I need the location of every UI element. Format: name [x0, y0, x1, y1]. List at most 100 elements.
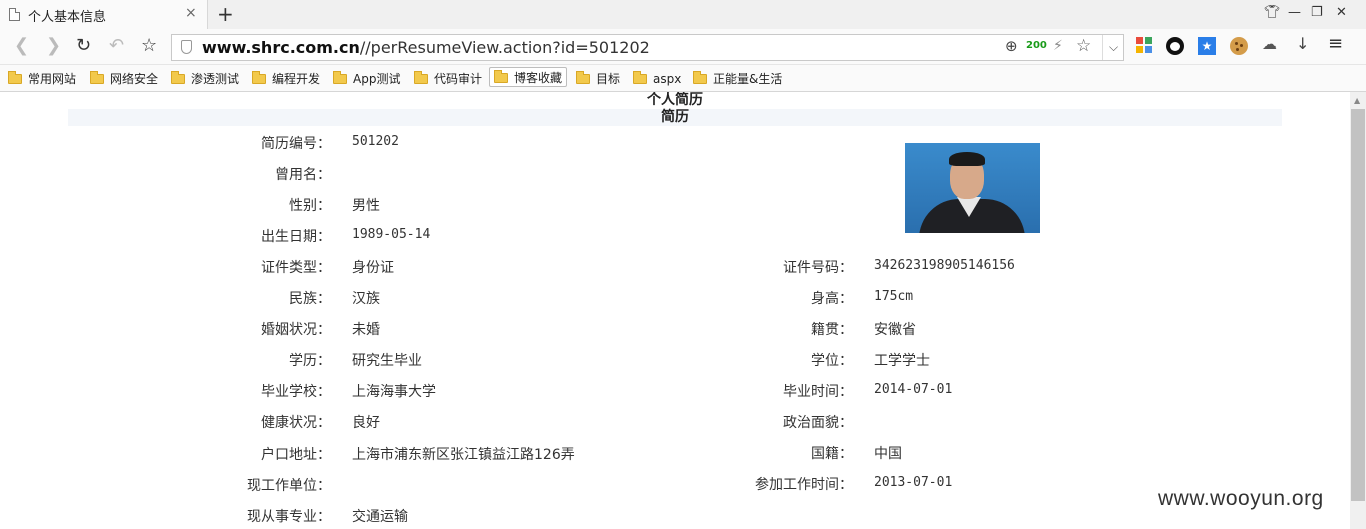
- folder-icon: [8, 71, 22, 84]
- field-value: 未婚: [352, 322, 380, 339]
- bookmark-folder[interactable]: 代码审计: [414, 69, 482, 89]
- folder-icon: [171, 71, 185, 84]
- field-label: 健康状况：: [261, 415, 331, 432]
- cookie-icon[interactable]: [1230, 37, 1248, 55]
- field-value: 工学学士: [874, 353, 930, 370]
- scrollbar-thumb[interactable]: [1351, 109, 1365, 501]
- menu-icon[interactable]: ≡: [1328, 33, 1346, 54]
- folder-icon: [633, 71, 647, 84]
- bookmark-icon[interactable]: ★: [1198, 37, 1216, 55]
- field-value: 研究生毕业: [352, 353, 422, 370]
- field-label: 出生日期：: [261, 229, 331, 246]
- field-value: 汉族: [352, 291, 380, 308]
- url-host: www.shrc.com.cn: [202, 38, 360, 57]
- field-value: 交通运输: [352, 508, 408, 525]
- folder-icon: [693, 71, 707, 84]
- bookmark-label: 目标: [596, 72, 621, 86]
- favorite-star-icon[interactable]: ☆: [1076, 36, 1091, 56]
- qq-icon[interactable]: [1166, 37, 1184, 55]
- tab-strip: 个人基本信息 × + 👕︎ — ❐ ✕: [0, 0, 1366, 29]
- chevron-down-icon[interactable]: ⌵: [1102, 35, 1124, 60]
- bookmark-label: 代码审计: [434, 72, 483, 86]
- tab-title: 个人基本信息: [28, 10, 107, 25]
- vertical-scrollbar[interactable]: ▲: [1350, 92, 1366, 529]
- back-icon[interactable]: ❮: [14, 35, 29, 56]
- bookmarks-bar: 常用网站 网络安全 渗透测试 编程开发 App测试 代码审计 博客收藏 目标 a…: [0, 65, 1366, 92]
- tab-active[interactable]: 个人基本信息 ×: [0, 0, 208, 29]
- field-label: 籍贯：: [811, 322, 853, 339]
- field-label: 现工作单位：: [247, 477, 331, 494]
- star-icon[interactable]: ☆: [141, 35, 157, 56]
- watermark: www.wooyun.org: [1158, 487, 1324, 510]
- field-value: 中国: [874, 446, 902, 463]
- bookmark-folder[interactable]: 正能量&生活: [693, 69, 782, 89]
- field-label: 毕业时间：: [783, 384, 853, 401]
- page-icon: [9, 8, 20, 21]
- field-value: 身份证: [352, 260, 394, 277]
- close-icon[interactable]: ×: [185, 5, 197, 21]
- field-label: 性别：: [289, 198, 331, 215]
- new-tab-button[interactable]: +: [217, 2, 234, 26]
- bookmark-folder-active[interactable]: 博客收藏: [489, 67, 568, 87]
- scroll-up-icon[interactable]: ▲: [1354, 96, 1360, 105]
- field-value: 175cm: [874, 289, 914, 305]
- folder-icon: [576, 71, 590, 84]
- field-label: 简历编号：: [261, 136, 331, 152]
- page-title: 个人简历: [647, 92, 703, 108]
- field-value: 良好: [352, 415, 380, 432]
- field-value: 1989-05-14: [352, 227, 431, 243]
- zoom-icon[interactable]: ⊕: [1005, 37, 1018, 55]
- field-value: 上海海事大学: [352, 384, 436, 401]
- bookmark-folder[interactable]: App测试: [333, 69, 400, 89]
- bookmark-folder[interactable]: 目标: [576, 69, 620, 89]
- bookmark-label: 编程开发: [272, 72, 321, 86]
- field-label: 户口地址：: [261, 446, 331, 463]
- folder-icon: [252, 71, 266, 84]
- bookmark-label: aspx: [653, 72, 682, 86]
- field-value: 上海市浦东新区张江镇益江路126弄: [352, 446, 575, 463]
- bookmark-folder[interactable]: 渗透测试: [171, 69, 239, 89]
- field-label: 身高：: [811, 291, 853, 308]
- bookmark-label: 博客收藏: [514, 71, 563, 85]
- bookmark-folder[interactable]: aspx: [633, 69, 681, 89]
- field-label: 证件类型：: [261, 260, 331, 277]
- field-label: 参加工作时间：: [755, 477, 853, 494]
- restore-button[interactable]: ❐: [1311, 5, 1323, 20]
- field-label: 毕业学校：: [261, 384, 331, 401]
- bookmark-folder[interactable]: 网络安全: [90, 69, 158, 89]
- field-label: 曾用名：: [275, 167, 331, 184]
- field-label: 学历：: [289, 353, 331, 370]
- field-value: 男性: [352, 198, 380, 215]
- forward-icon[interactable]: ❯: [46, 35, 61, 56]
- close-window-button[interactable]: ✕: [1336, 5, 1347, 20]
- field-value: 342623198905146156: [874, 258, 1015, 273]
- bookmark-label: 渗透测试: [191, 72, 240, 86]
- url-text[interactable]: www.shrc.com.cn//perResumeView.action?id…: [202, 38, 650, 57]
- shirt-icon[interactable]: 👕︎: [1264, 5, 1281, 20]
- url-path: //perResumeView.action?id=501202: [359, 38, 650, 57]
- bookmark-folder[interactable]: 编程开发: [252, 69, 320, 89]
- bookmark-label: 网络安全: [110, 72, 159, 86]
- folder-icon: [90, 71, 104, 84]
- folder-icon: [333, 71, 347, 84]
- field-label: 证件号码：: [783, 260, 853, 276]
- nav-toolbar: ❮ ❯ ↻ ↶ ☆ www.shrc.com.cn//perResumeView…: [0, 29, 1366, 65]
- minimize-button[interactable]: —: [1288, 5, 1301, 20]
- undo-icon[interactable]: ↶: [109, 35, 124, 56]
- shield-icon: [181, 40, 192, 54]
- app-grid-icon[interactable]: [1136, 37, 1154, 55]
- section-title: 简历: [68, 109, 1282, 126]
- field-label: 学位：: [811, 353, 853, 370]
- bookmark-label: 常用网站: [28, 72, 77, 86]
- reload-icon[interactable]: ↻: [76, 35, 91, 56]
- bookmark-folder[interactable]: 常用网站: [8, 69, 76, 89]
- lightning-icon[interactable]: ⚡︎: [1053, 38, 1063, 54]
- field-value: 2014-07-01: [874, 382, 953, 398]
- cloud-icon[interactable]: ☁︎: [1262, 35, 1280, 53]
- field-label: 政治面貌：: [783, 415, 853, 432]
- address-bar[interactable]: www.shrc.com.cn//perResumeView.action?id…: [171, 34, 1124, 61]
- field-label: 现从事专业：: [247, 508, 331, 525]
- download-icon[interactable]: ↓: [1296, 34, 1314, 53]
- field-value: 安徽省: [874, 322, 916, 339]
- profile-photo: [905, 143, 1040, 233]
